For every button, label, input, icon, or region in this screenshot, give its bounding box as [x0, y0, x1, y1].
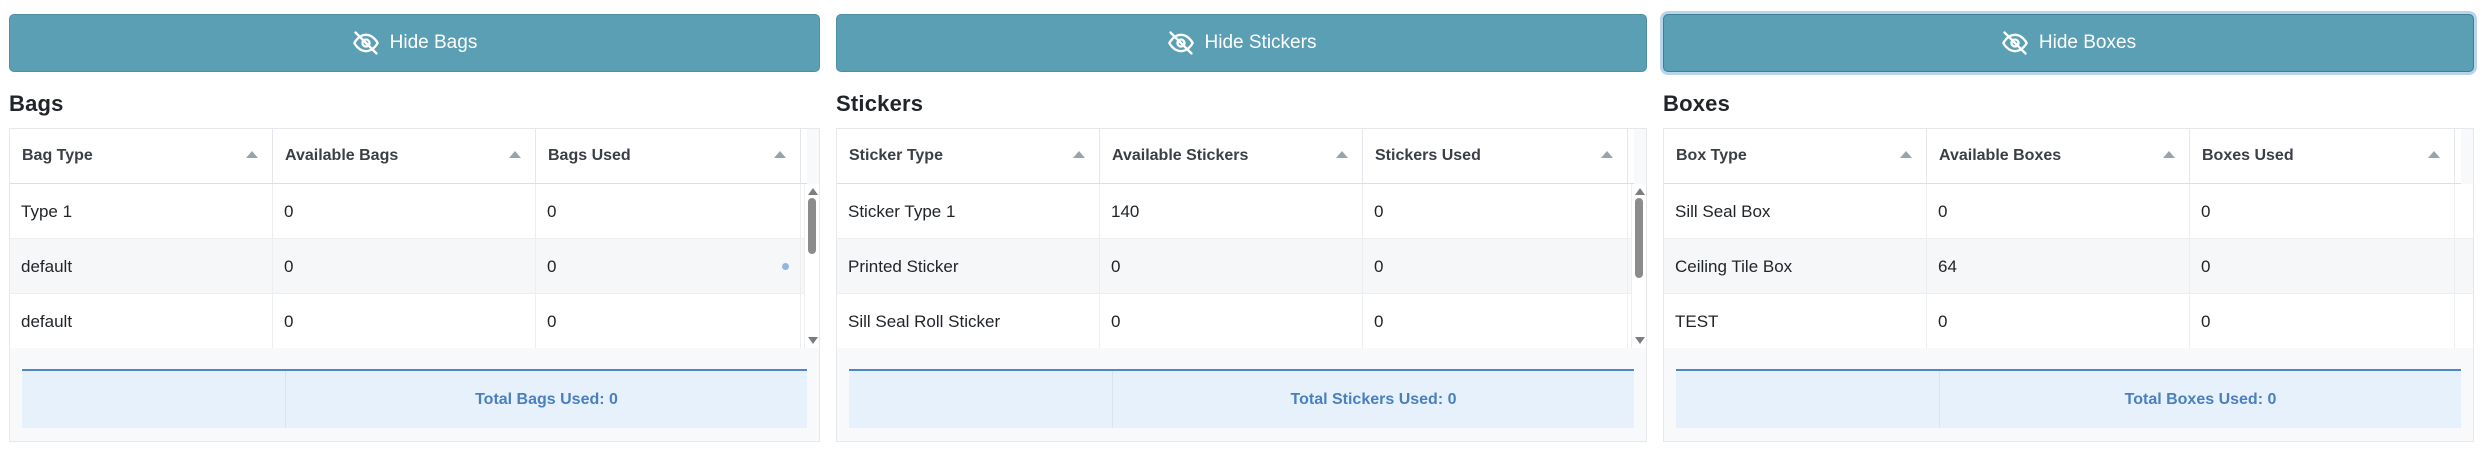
column-header-bag-type[interactable]: Bag Type [10, 129, 273, 183]
available-bags-cell[interactable]: 0 [273, 239, 536, 294]
bags-grid-header: Bag Type Available Bags Bags Used [10, 129, 807, 184]
hide-stickers-label: Hide Stickers [1204, 32, 1317, 53]
available-bags-cell[interactable]: 0 [273, 184, 536, 239]
eye-slash-icon [2002, 31, 2028, 55]
column-header-available-boxes[interactable]: Available Boxes [1927, 129, 2190, 183]
scroll-up-icon[interactable] [1635, 188, 1645, 195]
boxes-grid-body: Sill Seal Box 0 0 Ceiling Tile Box 64 0 … [1664, 184, 2473, 348]
table-row[interactable]: Printed Sticker 0 0 [837, 239, 1634, 294]
sort-ascending-icon[interactable] [246, 151, 258, 158]
available-bags-cell[interactable]: 0 [273, 294, 536, 348]
stickers-used-cell[interactable]: 0 [1363, 239, 1628, 294]
sort-ascending-icon[interactable] [1336, 151, 1348, 158]
eye-slash-icon [352, 31, 379, 55]
available-stickers-cell[interactable]: 0 [1100, 294, 1363, 348]
bags-panel: Hide Bags Bags Bag Type Available Bags B… [9, 14, 820, 442]
table-row[interactable]: Sill Seal Roll Sticker 0 0 [837, 294, 1634, 348]
stickers-used-cell[interactable]: 0 [1363, 294, 1628, 348]
boxes-footer: Total Boxes Used: 0 [1676, 369, 2461, 428]
table-row[interactable]: Ceiling Tile Box 64 0 [1664, 239, 2473, 294]
column-header-box-type[interactable]: Box Type [1664, 129, 1927, 183]
available-stickers-cell[interactable]: 140 [1100, 184, 1363, 239]
table-row[interactable]: default 0 0 [10, 239, 807, 294]
box-type-cell[interactable]: TEST [1664, 294, 1927, 348]
bags-title: Bags [9, 91, 64, 116]
box-type-cell[interactable]: Ceiling Tile Box [1664, 239, 1927, 294]
stickers-grid: Sticker Type Available Stickers Stickers… [836, 128, 1647, 442]
hide-bags-label: Hide Bags [389, 32, 478, 53]
column-header-stickers-used[interactable]: Stickers Used [1363, 129, 1628, 183]
stickers-scrollbar[interactable] [1631, 184, 1646, 348]
boxes-grid-header: Box Type Available Boxes Boxes Used [1664, 129, 2461, 184]
bags-used-cell[interactable]: 0 [536, 294, 801, 348]
bags-scrollbar[interactable] [804, 184, 819, 348]
available-boxes-cell[interactable]: 0 [1927, 294, 2190, 348]
focus-indicator [782, 263, 789, 270]
boxes-used-cell[interactable]: 0 [2190, 239, 2455, 294]
scroll-thumb[interactable] [1635, 198, 1643, 278]
bags-used-cell[interactable]: 0 [536, 239, 801, 294]
scroll-down-icon[interactable] [808, 337, 818, 344]
sort-ascending-icon[interactable] [1900, 151, 1912, 158]
boxes-used-cell[interactable]: 0 [2190, 294, 2455, 348]
boxes-used-cell[interactable]: 0 [2190, 184, 2455, 239]
bags-grid: Bag Type Available Bags Bags Used Type 1… [9, 128, 820, 442]
bags-used-cell[interactable]: 0 [536, 184, 801, 239]
table-row[interactable]: Sill Seal Box 0 0 [1664, 184, 2473, 239]
sticker-type-cell[interactable]: Sill Seal Roll Sticker [837, 294, 1100, 348]
stickers-grid-body: Sticker Type 1 140 0 Printed Sticker 0 0… [837, 184, 1634, 348]
sort-ascending-icon[interactable] [1073, 151, 1085, 158]
sort-ascending-icon[interactable] [2428, 151, 2440, 158]
total-bags-used: Total Bags Used: 0 [475, 390, 618, 408]
boxes-panel: Hide Boxes Boxes Box Type Available Boxe… [1663, 14, 2474, 442]
total-boxes-used: Total Boxes Used: 0 [2124, 390, 2277, 408]
sticker-type-cell[interactable]: Printed Sticker [837, 239, 1100, 294]
hide-boxes-button[interactable]: Hide Boxes [1663, 14, 2474, 72]
boxes-title: Boxes [1663, 91, 1731, 116]
boxes-grid: Box Type Available Boxes Boxes Used Sill… [1663, 128, 2474, 442]
column-header-boxes-used[interactable]: Boxes Used [2190, 129, 2455, 183]
column-header-available-stickers[interactable]: Available Stickers [1100, 129, 1363, 183]
total-stickers-used: Total Stickers Used: 0 [1290, 390, 1457, 408]
available-boxes-cell[interactable]: 64 [1927, 239, 2190, 294]
stickers-panel: Hide Stickers Stickers Sticker Type Avai… [836, 14, 1647, 442]
available-boxes-cell[interactable]: 0 [1927, 184, 2190, 239]
column-header-sticker-type[interactable]: Sticker Type [837, 129, 1100, 183]
sticker-type-cell[interactable]: Sticker Type 1 [837, 184, 1100, 239]
table-row[interactable]: TEST 0 0 [1664, 294, 2473, 348]
box-type-cell[interactable]: Sill Seal Box [1664, 184, 1927, 239]
hide-bags-button[interactable]: Hide Bags [9, 14, 820, 72]
hide-stickers-button[interactable]: Hide Stickers [836, 14, 1647, 72]
table-row[interactable]: Sticker Type 1 140 0 [837, 184, 1634, 239]
column-header-bags-used[interactable]: Bags Used [536, 129, 801, 183]
stickers-grid-header: Sticker Type Available Stickers Stickers… [837, 129, 1634, 184]
eye-slash-icon [1167, 31, 1194, 55]
sort-ascending-icon[interactable] [774, 151, 786, 158]
bag-type-cell[interactable]: Type 1 [10, 184, 273, 239]
table-row[interactable]: default 0 0 [10, 294, 807, 348]
hide-boxes-label: Hide Boxes [2038, 32, 2137, 53]
bag-type-cell[interactable]: default [10, 294, 273, 348]
available-stickers-cell[interactable]: 0 [1100, 239, 1363, 294]
scroll-down-icon[interactable] [1635, 337, 1645, 344]
scroll-up-icon[interactable] [808, 188, 818, 195]
bag-type-cell[interactable]: default [10, 239, 273, 294]
sort-ascending-icon[interactable] [2163, 151, 2175, 158]
stickers-used-cell[interactable]: 0 [1363, 184, 1628, 239]
bags-grid-body: Type 1 0 0 default 0 0 default 0 0 [10, 184, 807, 348]
bags-footer: Total Bags Used: 0 [22, 369, 807, 428]
stickers-title: Stickers [836, 91, 924, 116]
table-row[interactable]: Type 1 0 0 [10, 184, 807, 239]
sort-ascending-icon[interactable] [509, 151, 521, 158]
stickers-footer: Total Stickers Used: 0 [849, 369, 1634, 428]
scroll-thumb[interactable] [808, 198, 816, 254]
column-header-available-bags[interactable]: Available Bags [273, 129, 536, 183]
sort-ascending-icon[interactable] [1601, 151, 1613, 158]
